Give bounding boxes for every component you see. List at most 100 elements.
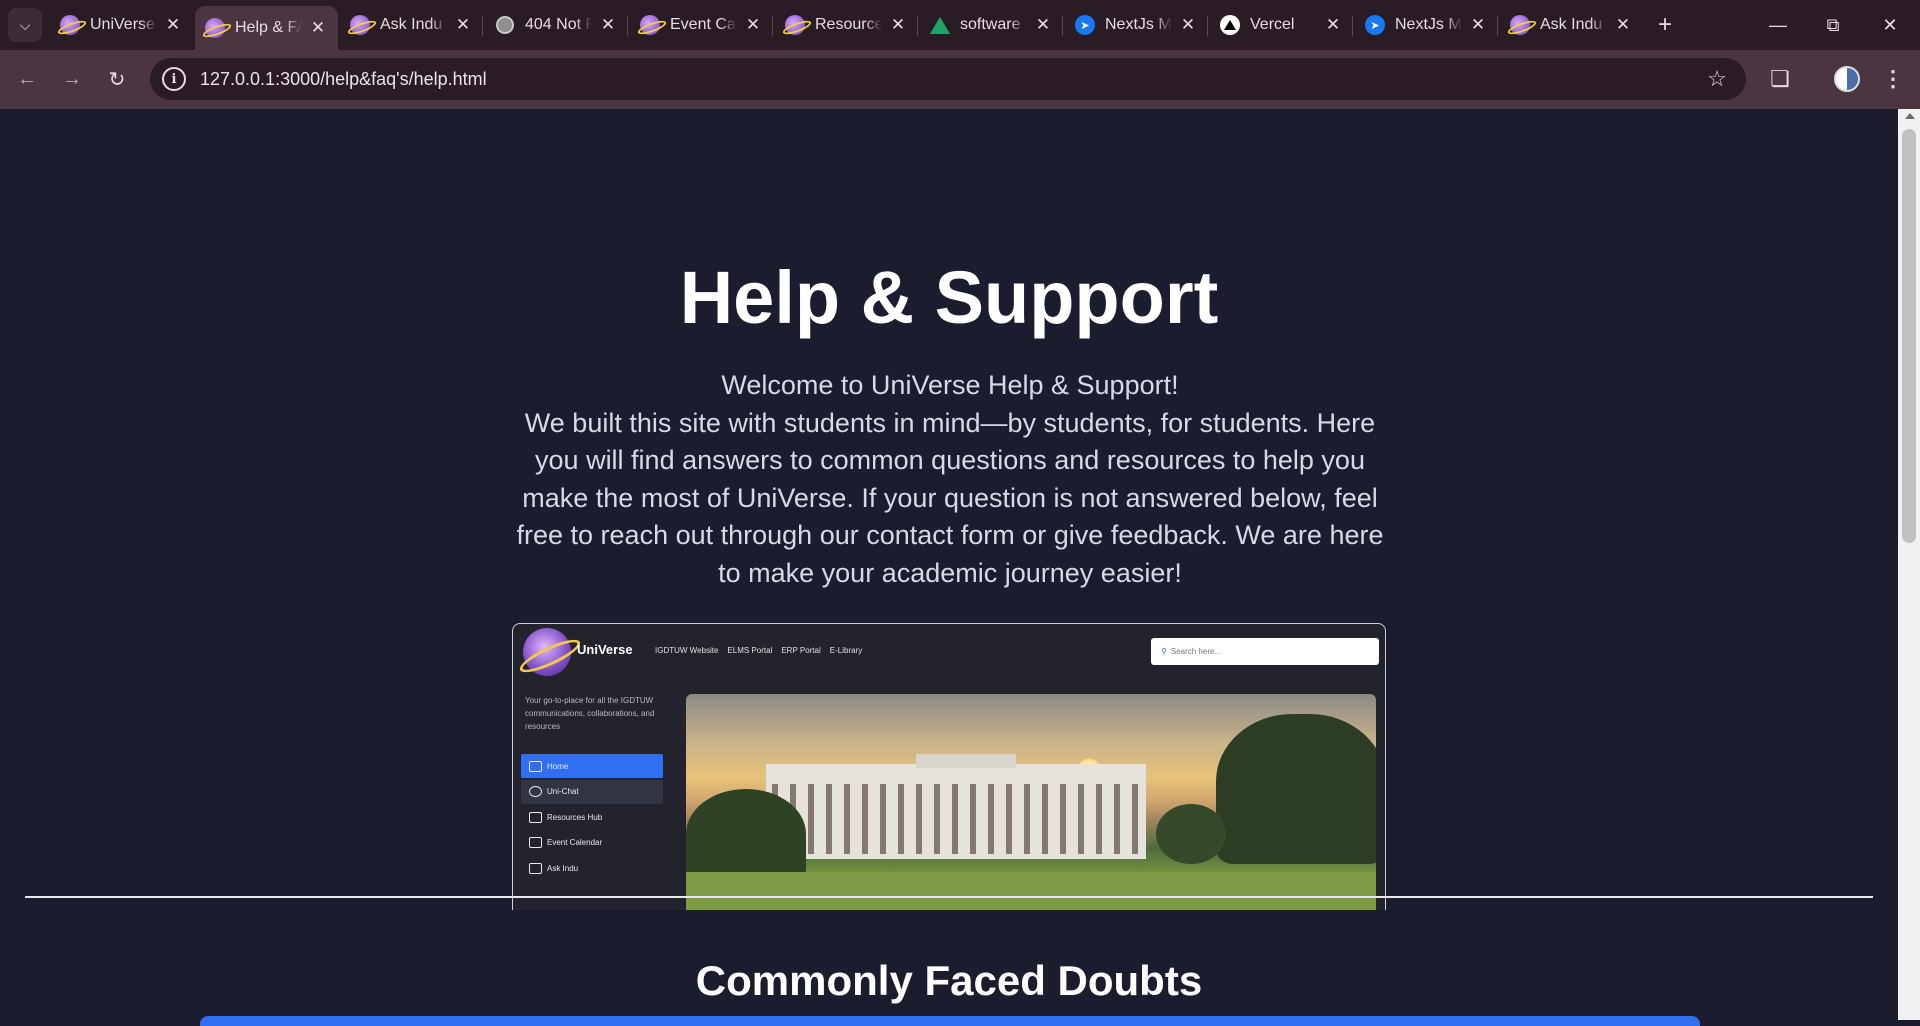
preview-nav: IGDTUW Website ELMS Portal ERP Portal E-… xyxy=(655,646,862,655)
plus-icon: + xyxy=(1657,11,1672,38)
close-icon[interactable]: ✕ xyxy=(1323,15,1343,35)
url-text[interactable]: 127.0.0.1:3000/help&faq's/help.html xyxy=(200,69,1702,90)
preview-menu-resources-hub: Resources Hub xyxy=(521,805,663,829)
preview-sidebar-menu: Home Uni-Chat Resources Hub Event Calend… xyxy=(521,754,663,882)
close-icon[interactable]: ✕ xyxy=(1033,15,1053,35)
preview-brand: UniVerse xyxy=(577,642,633,657)
tab-title: Vercel xyxy=(1250,16,1295,33)
tab-title: 404 Not Found xyxy=(525,16,592,33)
close-icon[interactable]: ✕ xyxy=(1468,15,1488,35)
page-viewport: Help & Support Welcome to UniVerse Help … xyxy=(0,109,1898,1020)
tab-ask-indu-2[interactable]: Ask Indu ✕ xyxy=(1500,6,1643,44)
close-icon[interactable]: ✕ xyxy=(308,18,328,38)
page-title: Help & Support xyxy=(679,256,1219,339)
close-icon[interactable]: ✕ xyxy=(1613,15,1633,35)
tab-event-calendar[interactable]: Event Calendar ✕ xyxy=(630,6,773,44)
robot-icon xyxy=(529,862,542,874)
preview-menu-label: Resources Hub xyxy=(547,812,603,822)
extensions-button[interactable]: ❏ xyxy=(1763,62,1797,96)
tab-404[interactable]: 404 Not Found ✕ xyxy=(485,6,628,44)
tab-title: UniVerse xyxy=(90,16,155,33)
close-icon[interactable]: ✕ xyxy=(453,15,473,35)
tab-universe[interactable]: UniVerse ✕ xyxy=(50,6,193,44)
tab-search-button[interactable]: ⌵ xyxy=(8,8,42,42)
tab-title: Ask Indu xyxy=(1540,16,1603,33)
kebab-menu-icon: ⋮ xyxy=(1882,66,1904,91)
preview-nav-item: ELMS Portal xyxy=(727,646,773,655)
restore-button[interactable]: ⧉ xyxy=(1813,8,1853,42)
minimize-icon: — xyxy=(1769,14,1787,35)
tab-strip: ⌵ UniVerse ✕ Help & FAQs ✕ Ask Indu ✕ 40… xyxy=(0,0,1920,50)
arrow-left-icon: ← xyxy=(17,67,37,90)
preview-menu-label: Event Calendar xyxy=(547,838,603,847)
preview-nav-item: E-Library xyxy=(829,646,863,655)
close-icon[interactable]: ✕ xyxy=(888,15,908,35)
tab-nextjs-messenger[interactable]: ➤ NextJs Messenger ✕ xyxy=(1065,6,1208,44)
tab-vercel[interactable]: Vercel ✕ xyxy=(1210,6,1353,44)
close-icon[interactable]: ✕ xyxy=(598,15,618,35)
globe-icon xyxy=(495,15,515,35)
tab-title: Ask Indu xyxy=(380,16,443,33)
close-icon: ✕ xyxy=(1882,14,1898,35)
intro-body: We built this site with students in mind… xyxy=(516,407,1384,588)
book-icon xyxy=(529,811,542,823)
tab-title: Event Calendar xyxy=(670,16,737,33)
close-icon[interactable]: ✕ xyxy=(163,15,183,35)
tab-separator xyxy=(772,16,773,36)
browser-menu-button[interactable]: ⋮ xyxy=(1876,62,1910,96)
planet-icon xyxy=(60,15,80,35)
address-bar[interactable]: i 127.0.0.1:3000/help&faq's/help.html ☆ xyxy=(150,58,1746,100)
planet-icon xyxy=(1510,15,1530,35)
tab-title: Help & FAQs xyxy=(235,19,302,36)
intro-welcome: Welcome to UniVerse Help & Support! xyxy=(721,370,1179,400)
planet-icon xyxy=(640,15,660,35)
preview-menu-ask-indu: Ask Indu xyxy=(521,856,663,880)
site-info-icon[interactable]: i xyxy=(162,67,186,91)
messenger-icon: ➤ xyxy=(1365,15,1385,35)
tab-resources-hub[interactable]: Resources Hub ✕ xyxy=(775,6,918,44)
tab-separator xyxy=(1207,16,1208,36)
scroll-up-arrow[interactable] xyxy=(1905,113,1915,119)
close-icon[interactable]: ✕ xyxy=(1178,15,1198,35)
tab-title: NextJs Messenger xyxy=(1395,16,1462,33)
lawn-shape xyxy=(686,872,1376,910)
tab-software-drive[interactable]: software ✕ xyxy=(920,6,1063,44)
search-icon: ⚲ xyxy=(1161,647,1167,656)
profile-avatar[interactable] xyxy=(1834,66,1860,92)
preview-menu-label: Uni-Chat xyxy=(547,787,579,796)
tree-shape xyxy=(1156,804,1226,864)
tab-separator xyxy=(1062,16,1063,36)
preview-menu-uni-chat: Uni-Chat xyxy=(521,779,663,804)
tab-separator xyxy=(917,16,918,36)
browser-toolbar: ← → ↻ i 127.0.0.1:3000/help&faq's/help.h… xyxy=(0,50,1920,109)
tab-ask-indu[interactable]: Ask Indu ✕ xyxy=(340,6,483,44)
preview-menu-label: Ask Indu xyxy=(547,863,579,873)
new-tab-button[interactable]: + xyxy=(1650,10,1680,40)
faq-accordion-top[interactable] xyxy=(200,1016,1700,1026)
page-scrollbar[interactable] xyxy=(1898,109,1920,1020)
back-button[interactable]: ← xyxy=(10,62,44,96)
campus-photo xyxy=(686,694,1376,910)
planet-icon xyxy=(350,15,370,35)
tree-shape xyxy=(1216,714,1376,864)
building-top-shape xyxy=(916,754,1016,768)
tab-separator xyxy=(482,16,483,36)
tab-title: NextJs Messenger xyxy=(1105,16,1172,33)
close-window-button[interactable]: ✕ xyxy=(1870,8,1910,42)
forward-button[interactable]: → xyxy=(55,62,89,96)
tab-nextjs-messenger-2[interactable]: ➤ NextJs Messenger ✕ xyxy=(1355,6,1498,44)
preview-search-placeholder: Search here... xyxy=(1170,647,1222,656)
vercel-icon xyxy=(1220,15,1240,35)
tab-help-faqs[interactable]: Help & FAQs ✕ xyxy=(195,6,338,50)
close-icon[interactable]: ✕ xyxy=(743,15,763,35)
scroll-thumb[interactable] xyxy=(1902,129,1916,543)
minimize-button[interactable]: — xyxy=(1758,8,1798,42)
bookmark-star-icon[interactable]: ☆ xyxy=(1702,66,1732,92)
reload-button[interactable]: ↻ xyxy=(100,62,134,96)
puzzle-icon: ❏ xyxy=(1770,66,1790,91)
home-icon xyxy=(529,760,542,772)
preview-tagline: Your go-to-place for all the IGDTUW comm… xyxy=(525,696,655,731)
site-preview-screenshot: UniVerse IGDTUW Website ELMS Portal ERP … xyxy=(512,623,1386,910)
planet-icon xyxy=(205,18,225,38)
tab-title: Resources Hub xyxy=(815,16,882,33)
